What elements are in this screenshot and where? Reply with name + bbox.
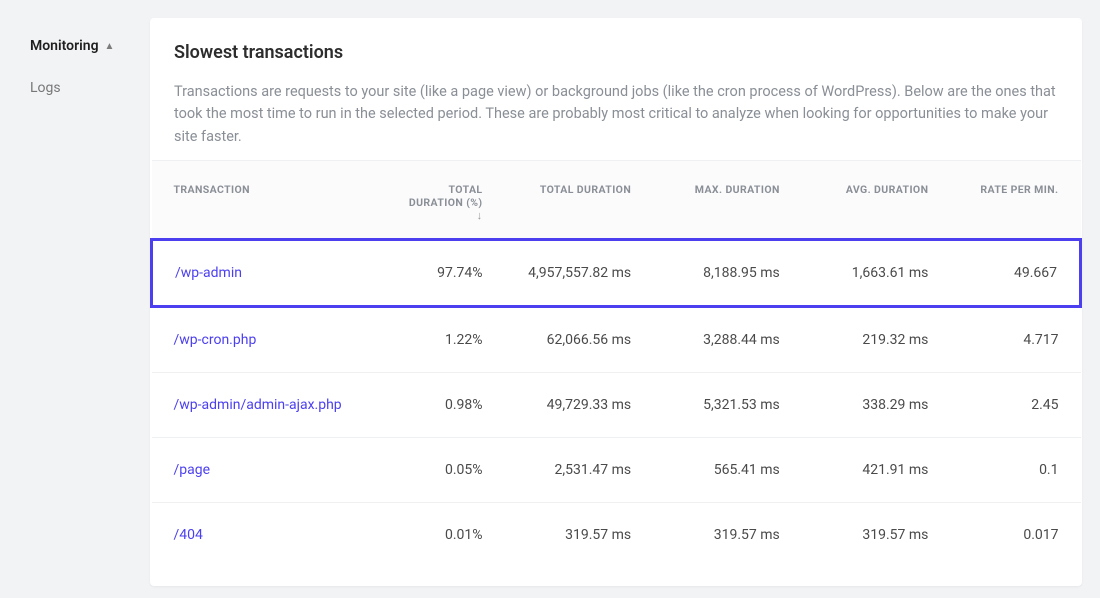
sidebar-item-monitoring[interactable]: Monitoring ▲ bbox=[30, 38, 132, 54]
sort-desc-icon: ↓ bbox=[477, 209, 483, 222]
sidebar: Monitoring ▲ Logs bbox=[0, 0, 150, 598]
cell-pct: 0.05% bbox=[374, 438, 504, 503]
cell-avg: 421.91 ms bbox=[802, 438, 951, 503]
col-header-rate[interactable]: RATE PER MIN. bbox=[950, 161, 1080, 240]
transaction-link[interactable]: /page bbox=[174, 462, 211, 478]
cell-max: 5,321.53 ms bbox=[653, 373, 802, 438]
cell-transaction-name: /wp-cron.php bbox=[152, 307, 375, 373]
cell-pct: 0.98% bbox=[374, 373, 504, 438]
sidebar-item-label: Monitoring bbox=[30, 38, 99, 54]
cell-pct: 97.74% bbox=[374, 240, 504, 307]
table-row[interactable]: /wp-admin/admin-ajax.php 0.98%49,729.33 m… bbox=[152, 373, 1081, 438]
cell-rate: 4.717 bbox=[950, 307, 1080, 373]
cell-avg: 1,663.61 ms bbox=[802, 240, 951, 307]
col-header-max[interactable]: MAX. DURATION bbox=[653, 161, 802, 240]
transactions-table: TRANSACTION TOTAL DURATION (%) ↓ TOTAL D… bbox=[150, 160, 1082, 567]
cell-rate: 49.667 bbox=[950, 240, 1080, 307]
cell-max: 565.41 ms bbox=[653, 438, 802, 503]
cell-avg: 338.29 ms bbox=[802, 373, 951, 438]
col-header-label: TOTAL DURATION bbox=[540, 183, 631, 196]
col-header-avg[interactable]: AVG. DURATION bbox=[802, 161, 951, 240]
table-row[interactable]: /wp-cron.php 1.22%62,066.56 ms3,288.44 ms… bbox=[152, 307, 1081, 373]
sidebar-item-label: Logs bbox=[30, 80, 61, 96]
cell-total: 62,066.56 ms bbox=[505, 307, 654, 373]
transaction-link[interactable]: /404 bbox=[174, 527, 203, 543]
cell-total: 2,531.47 ms bbox=[505, 438, 654, 503]
cell-rate: 0.1 bbox=[950, 438, 1080, 503]
panel-title: Slowest transactions bbox=[174, 42, 1058, 63]
cell-avg: 219.32 ms bbox=[802, 307, 951, 373]
transaction-link[interactable]: /wp-admin bbox=[175, 265, 242, 281]
cell-max: 8,188.95 ms bbox=[653, 240, 802, 307]
sidebar-item-logs[interactable]: Logs bbox=[30, 80, 132, 96]
cell-rate: 2.45 bbox=[950, 373, 1080, 438]
cell-pct: 0.01% bbox=[374, 503, 504, 568]
cell-max: 3,288.44 ms bbox=[653, 307, 802, 373]
cell-transaction-name: /wp-admin bbox=[152, 240, 375, 307]
cell-pct: 1.22% bbox=[374, 307, 504, 373]
panel-description: Transactions are requests to your site (… bbox=[174, 81, 1058, 148]
col-header-label: TRANSACTION bbox=[174, 183, 250, 196]
transaction-link[interactable]: /wp-admin/admin-ajax.php bbox=[174, 397, 342, 413]
cell-transaction-name: /404 bbox=[152, 503, 375, 568]
col-header-label: TOTAL DURATION (%) bbox=[409, 183, 483, 209]
cell-transaction-name: /wp-admin/admin-ajax.php bbox=[152, 373, 375, 438]
cell-max: 319.57 ms bbox=[653, 503, 802, 568]
cell-avg: 319.57 ms bbox=[802, 503, 951, 568]
transaction-link[interactable]: /wp-cron.php bbox=[174, 332, 257, 348]
col-header-total[interactable]: TOTAL DURATION bbox=[505, 161, 654, 240]
monitoring-icon: ▲ bbox=[105, 41, 115, 52]
col-header-label: AVG. DURATION bbox=[846, 183, 929, 196]
cell-transaction-name: /page bbox=[152, 438, 375, 503]
col-header-label: MAX. DURATION bbox=[695, 183, 780, 196]
cell-total: 319.57 ms bbox=[505, 503, 654, 568]
cell-total: 49,729.33 ms bbox=[505, 373, 654, 438]
cell-rate: 0.017 bbox=[950, 503, 1080, 568]
col-header-pct[interactable]: TOTAL DURATION (%) ↓ bbox=[374, 161, 504, 240]
table-row[interactable]: /page 0.05%2,531.47 ms565.41 ms421.91 ms0… bbox=[152, 438, 1081, 503]
table-row[interactable]: /wp-admin 97.74%4,957,557.82 ms8,188.95 m… bbox=[152, 240, 1081, 307]
main-panel: Slowest transactions Transactions are re… bbox=[150, 18, 1082, 586]
cell-total: 4,957,557.82 ms bbox=[505, 240, 654, 307]
col-header-label: RATE PER MIN. bbox=[980, 183, 1058, 196]
table-row[interactable]: /4040.01%319.57 ms319.57 ms319.57 ms0.01… bbox=[152, 503, 1081, 568]
col-header-transaction[interactable]: TRANSACTION bbox=[152, 161, 375, 240]
